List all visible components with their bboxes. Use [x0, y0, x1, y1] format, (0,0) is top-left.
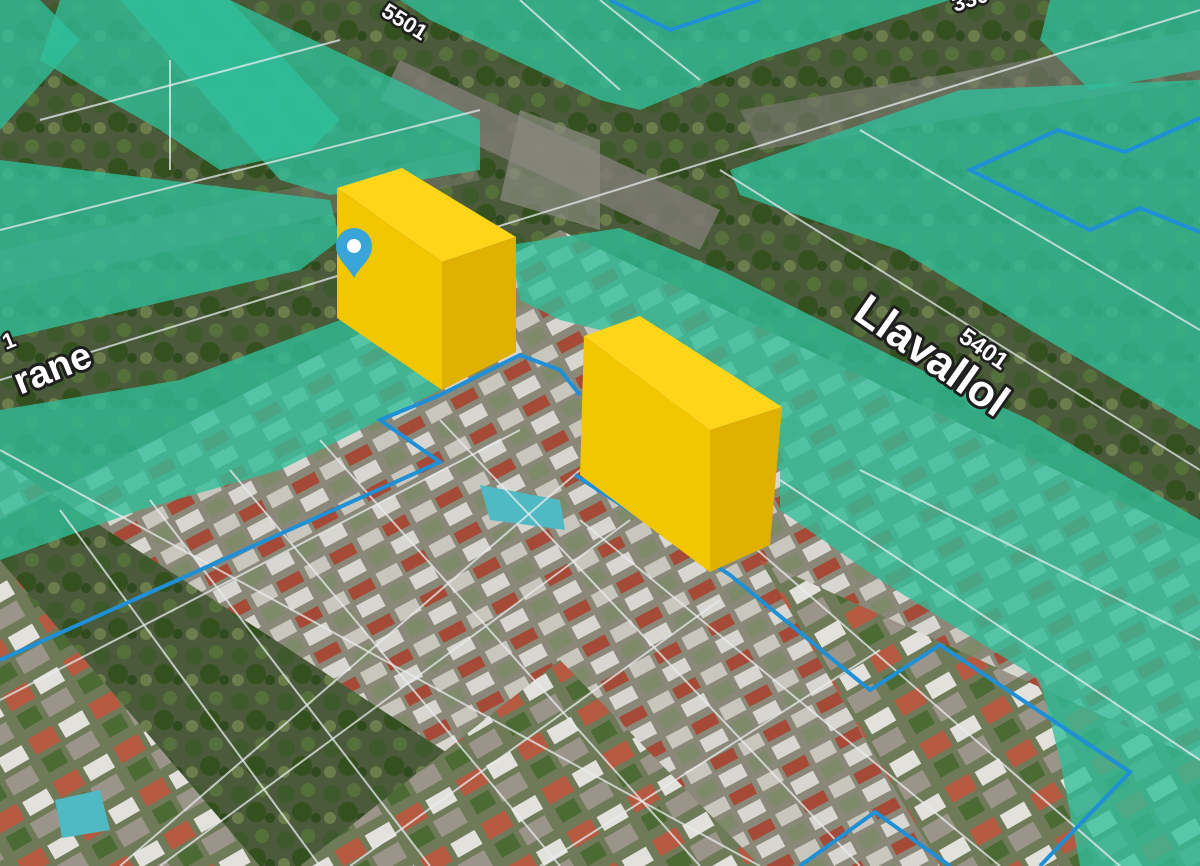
map-viewport[interactable]: 5401 Llavallol rane 1 5501 330: [0, 0, 1200, 866]
map-canvas[interactable]: 5401 Llavallol rane 1 5501 330: [0, 0, 1200, 866]
